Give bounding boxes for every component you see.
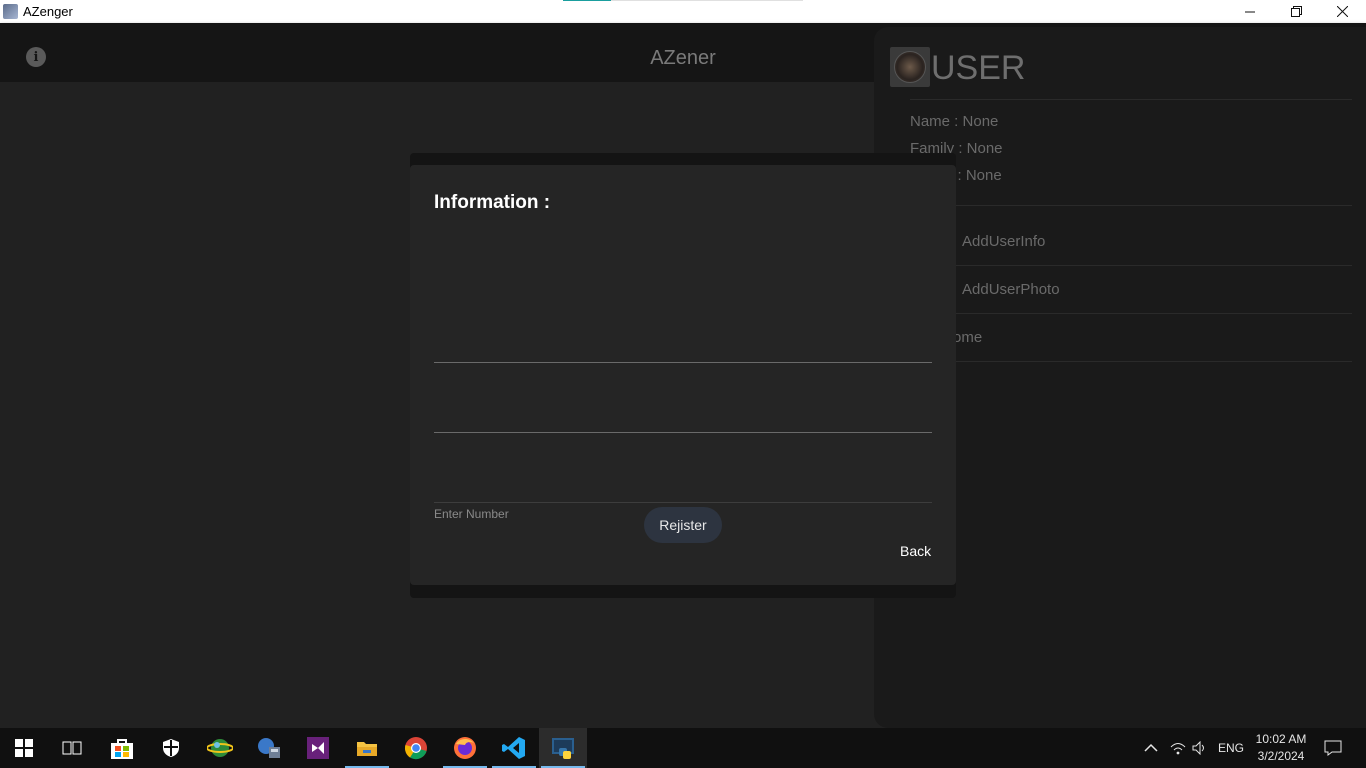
clock[interactable]: 10:02 AM 3/2/2024 (1248, 731, 1314, 765)
window-title: AZenger (23, 4, 73, 19)
restore-icon (1290, 6, 1302, 17)
close-button[interactable] (1319, 0, 1365, 23)
dialog-heading: Information : (434, 192, 551, 213)
back-button[interactable]: Back (900, 543, 931, 559)
app-icon (3, 4, 18, 19)
python-app-icon (552, 738, 574, 759)
number-helper-text: Enter Number (434, 507, 509, 521)
taskbar-chrome[interactable] (392, 728, 440, 768)
taskbar-python-app[interactable] (539, 728, 587, 768)
network-app-icon (258, 738, 280, 758)
store-icon (111, 739, 133, 759)
field-1-input[interactable] (434, 305, 932, 362)
loading-progress-fill (563, 0, 611, 1)
taskbar-firefox[interactable] (441, 728, 489, 768)
divider (910, 361, 1352, 362)
divider (910, 205, 1352, 206)
taskbar-visual-studio[interactable] (294, 728, 342, 768)
taskbar: ENG 10:02 AM 3/2/2024 (0, 728, 1366, 768)
text-field-2[interactable] (434, 385, 932, 433)
task-view-icon (62, 741, 82, 755)
taskbar-vscode[interactable] (490, 728, 538, 768)
drawer-item-add-user-photo[interactable]: AddUserPhoto (962, 281, 1060, 298)
taskbar-file-explorer[interactable] (343, 728, 391, 768)
minimize-button[interactable] (1227, 0, 1273, 23)
visual-studio-icon (307, 737, 329, 759)
user-name-label: Name : None (910, 113, 999, 130)
show-hidden-icons-button[interactable] (1144, 728, 1158, 768)
action-center-button[interactable] (1324, 728, 1342, 768)
number-field[interactable] (434, 455, 932, 503)
divider (910, 313, 1352, 314)
register-button[interactable]: Rejister (644, 507, 722, 543)
speaker-icon (1192, 741, 1204, 755)
taskbar-store[interactable] (98, 728, 146, 768)
volume-tray-button[interactable] (1192, 728, 1208, 768)
shield-icon (163, 739, 179, 757)
number-input[interactable] (434, 455, 932, 502)
taskbar-security[interactable] (147, 728, 195, 768)
folder-icon (357, 742, 377, 756)
drawer-item-home[interactable]: ome (953, 329, 982, 346)
network-tray-button[interactable] (1170, 728, 1186, 768)
close-icon (1336, 6, 1348, 17)
window-titlebar: AZenger (0, 0, 1366, 23)
firefox-icon (454, 737, 476, 759)
minimize-icon (1245, 11, 1255, 12)
vscode-icon (502, 737, 525, 759)
notification-icon (1324, 740, 1342, 756)
drawer-title: USER (931, 49, 1026, 87)
field-2-input[interactable] (434, 385, 932, 432)
loading-progress-bar (563, 0, 803, 1)
text-field-1[interactable] (434, 305, 932, 363)
start-button[interactable] (0, 728, 48, 768)
chevron-up-icon (1144, 743, 1158, 752)
divider (910, 265, 1352, 266)
taskbar-network-app[interactable] (245, 728, 293, 768)
windows-icon (15, 739, 33, 757)
globe-icon (207, 739, 233, 757)
information-dialog: Information : Enter Number Rejister Back (410, 165, 956, 585)
taskbar-globe-app[interactable] (196, 728, 244, 768)
chrome-icon (404, 737, 427, 760)
clock-time: 10:02 AM (1255, 732, 1307, 746)
language-indicator[interactable]: ENG (1218, 728, 1244, 768)
wifi-icon (1170, 743, 1186, 755)
avatar-image (894, 51, 926, 83)
avatar (890, 47, 930, 87)
divider (910, 99, 1352, 100)
clock-date: 3/2/2024 (1257, 749, 1305, 763)
task-view-button[interactable] (48, 728, 96, 768)
restore-button[interactable] (1273, 0, 1319, 23)
drawer-item-add-user-info[interactable]: AddUserInfo (962, 233, 1045, 250)
